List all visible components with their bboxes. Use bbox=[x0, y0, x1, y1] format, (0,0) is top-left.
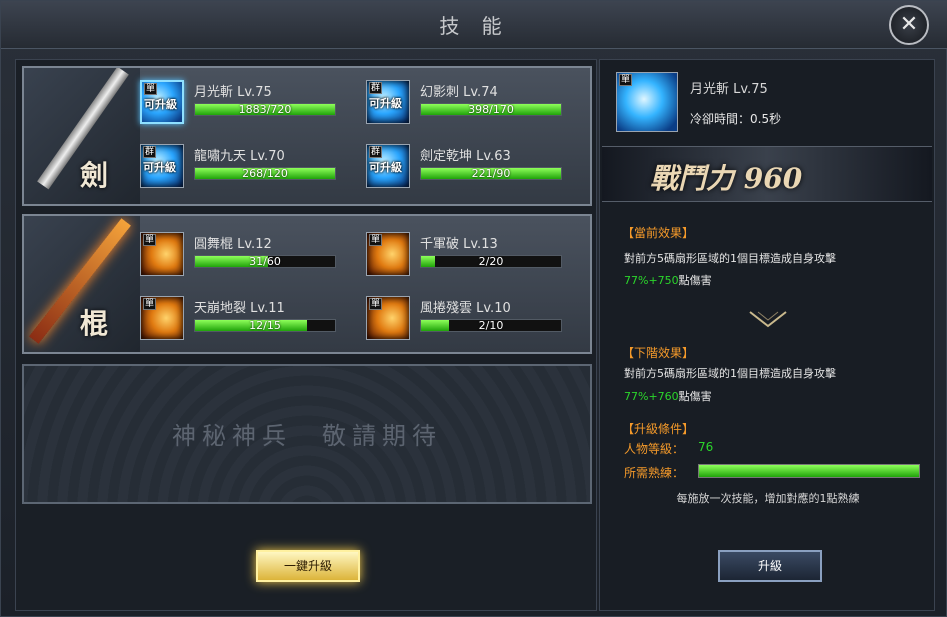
cooldown-label: 冷卻時間： bbox=[690, 112, 751, 126]
proficiency-requirement-label: 所需熟練： bbox=[624, 466, 685, 480]
skill-icon-dragon-roar[interactable]: 群 可升級 bbox=[140, 144, 184, 188]
window-title: 技 能 bbox=[439, 14, 510, 38]
damage-value: 77%+760 bbox=[624, 390, 679, 403]
skill-icon-army-breaker[interactable]: 單 bbox=[366, 232, 410, 276]
group-label-sword: 劍 bbox=[80, 159, 109, 192]
next-effect-desc: 對前方5碼扇形區域的1個目標造成自身攻擊 bbox=[624, 367, 836, 380]
close-icon: ✕ bbox=[899, 12, 919, 37]
single-target-tag: 單 bbox=[619, 74, 633, 86]
skill-slot[interactable]: 群 可升級 劍定乾坤 Lv.63 221/90 bbox=[366, 144, 592, 190]
level-requirement-value: 76 bbox=[698, 440, 714, 454]
proficiency-text: 12/15 bbox=[249, 319, 281, 332]
single-target-tag: 單 bbox=[369, 298, 383, 310]
skill-icon-sword-heaven[interactable]: 群 可升級 bbox=[366, 144, 410, 188]
skill-group-sword: 劍 單 可升級 月光斬 Lv.75 1883/720 群 可升級 幻影刺 Lv.… bbox=[22, 66, 592, 206]
skill-name: 風捲殘雲 Lv.10 bbox=[420, 301, 511, 316]
current-effect-desc: 對前方5碼扇形區域的1個目標造成自身攻擊 bbox=[624, 252, 836, 265]
single-target-tag: 單 bbox=[143, 298, 157, 310]
selected-skill-name: 月光斬 Lv.75 bbox=[690, 82, 768, 97]
selected-skill-icon: 單 bbox=[616, 72, 678, 132]
skill-slot[interactable]: 群 可升級 幻影刺 Lv.74 398/170 bbox=[366, 80, 592, 126]
sword-art: 劍 bbox=[24, 68, 140, 204]
current-effect-damage: 77%+750點傷害 bbox=[624, 272, 712, 288]
proficiency-text: 221/90 bbox=[471, 167, 511, 180]
proficiency-bar: 398/170 bbox=[420, 103, 562, 116]
upgradable-tag: 可升級 bbox=[143, 161, 176, 174]
skill-name: 天崩地裂 Lv.11 bbox=[194, 301, 285, 316]
skill-name: 月光斬 Lv.75 bbox=[194, 85, 272, 100]
proficiency-hint: 每施放一次技能，增加對應的1點熟練 bbox=[676, 492, 860, 505]
skill-icon-whirlwind[interactable]: 單 bbox=[366, 296, 410, 340]
skill-list-panel: 劍 單 可升級 月光斬 Lv.75 1883/720 群 可升級 幻影刺 Lv.… bbox=[15, 59, 597, 611]
skill-slot[interactable]: 單 風捲殘雲 Lv.10 2/10 bbox=[366, 296, 592, 342]
single-target-tag: 單 bbox=[143, 234, 157, 246]
skill-name: 圓舞棍 Lv.12 bbox=[194, 237, 272, 252]
damage-unit: 點傷害 bbox=[678, 390, 712, 403]
title-bar: 技 能 ✕ bbox=[1, 1, 947, 49]
damage-unit: 點傷害 bbox=[678, 274, 712, 287]
combat-power: 戰鬥力 960 bbox=[650, 162, 803, 195]
proficiency-text: 1883/720 bbox=[238, 103, 292, 116]
proficiency-bar: 221/90 bbox=[420, 167, 562, 180]
single-target-tag: 單 bbox=[369, 234, 383, 246]
proficiency-text: 31/60 bbox=[249, 255, 281, 268]
group-target-tag: 群 bbox=[369, 82, 383, 94]
cooldown: 冷卻時間：0.5秒 bbox=[690, 110, 781, 127]
combat-power-banner: 戰鬥力 960 bbox=[602, 146, 932, 202]
skill-group-staff: 棍 單 圓舞棍 Lv.12 31/60 單 千軍破 Lv.13 2/20 單 天… bbox=[22, 214, 592, 354]
skill-name: 千軍破 Lv.13 bbox=[420, 237, 498, 252]
group-target-tag: 群 bbox=[143, 146, 157, 158]
skill-detail-panel: 單 月光斬 Lv.75 冷卻時間：0.5秒 戰鬥力 960 【當前效果】 對前方… bbox=[599, 59, 935, 611]
upgradable-tag: 可升級 bbox=[369, 97, 402, 110]
skill-slot[interactable]: 單 千軍破 Lv.13 2/20 bbox=[366, 232, 592, 278]
proficiency-bar: 2/10 bbox=[420, 319, 562, 332]
close-button[interactable]: ✕ bbox=[889, 5, 929, 45]
skill-slot[interactable]: 群 可升級 龍嘯九天 Lv.70 268/120 bbox=[140, 144, 366, 190]
chevron-down-icon bbox=[749, 311, 787, 328]
coming-soon-panel: 神秘神兵 敬請期待 bbox=[22, 364, 592, 504]
skill-name: 劍定乾坤 Lv.63 bbox=[420, 149, 511, 164]
group-target-tag: 群 bbox=[369, 146, 383, 158]
proficiency-text: 398/170 bbox=[468, 103, 514, 116]
group-label-staff: 棍 bbox=[80, 307, 109, 340]
skill-icon-heaven-earth-split[interactable]: 單 bbox=[140, 296, 184, 340]
proficiency-text: 2/20 bbox=[478, 255, 504, 268]
skill-slot[interactable]: 單 天崩地裂 Lv.11 12/15 bbox=[140, 296, 366, 342]
skill-name: 龍嘯九天 Lv.70 bbox=[194, 149, 285, 164]
skill-name: 幻影刺 Lv.74 bbox=[420, 85, 498, 100]
proficiency-text: 2/10 bbox=[478, 319, 504, 332]
proficiency-requirement-fill bbox=[699, 465, 919, 477]
upgrade-button[interactable]: 升級 bbox=[718, 550, 822, 582]
upgradable-tag: 可升級 bbox=[144, 98, 177, 111]
proficiency-bar: 268/120 bbox=[194, 167, 336, 180]
single-target-tag: 單 bbox=[144, 83, 158, 95]
cooldown-value: 0.5秒 bbox=[750, 112, 782, 126]
proficiency-bar: 1883/720 bbox=[194, 103, 336, 116]
skill-icon-phantom-thrust[interactable]: 群 可升級 bbox=[366, 80, 410, 124]
skill-slot[interactable]: 單 圓舞棍 Lv.12 31/60 bbox=[140, 232, 366, 278]
proficiency-text: 268/120 bbox=[242, 167, 288, 180]
level-requirement-label: 人物等級： bbox=[624, 442, 685, 456]
upgradable-tag: 可升級 bbox=[369, 161, 402, 174]
upgrade-condition-title: 【升級條件】 bbox=[622, 422, 695, 436]
proficiency-bar: 31/60 bbox=[194, 255, 336, 268]
staff-art: 棍 bbox=[24, 216, 140, 352]
next-effect-title: 【下階效果】 bbox=[622, 346, 695, 360]
skill-icon-moonlight-slash[interactable]: 單 可升級 bbox=[140, 80, 184, 124]
proficiency-bar: 2/20 bbox=[420, 255, 562, 268]
next-effect-damage: 77%+760點傷害 bbox=[624, 388, 712, 404]
skills-window: 技 能 ✕ 劍 單 可升級 月光斬 Lv.75 1883/720 群 可升級 幻… bbox=[0, 0, 947, 617]
skill-icon-round-dance-staff[interactable]: 單 bbox=[140, 232, 184, 276]
coming-soon-text: 神秘神兵 敬請期待 bbox=[172, 422, 442, 450]
proficiency-bar: 12/15 bbox=[194, 319, 336, 332]
current-effect-title: 【當前效果】 bbox=[622, 226, 695, 240]
proficiency-requirement-bar bbox=[698, 464, 920, 478]
skill-slot[interactable]: 單 可升級 月光斬 Lv.75 1883/720 bbox=[140, 80, 366, 126]
damage-value: 77%+750 bbox=[624, 274, 679, 287]
one-click-upgrade-button[interactable]: 一鍵升級 bbox=[256, 550, 360, 582]
